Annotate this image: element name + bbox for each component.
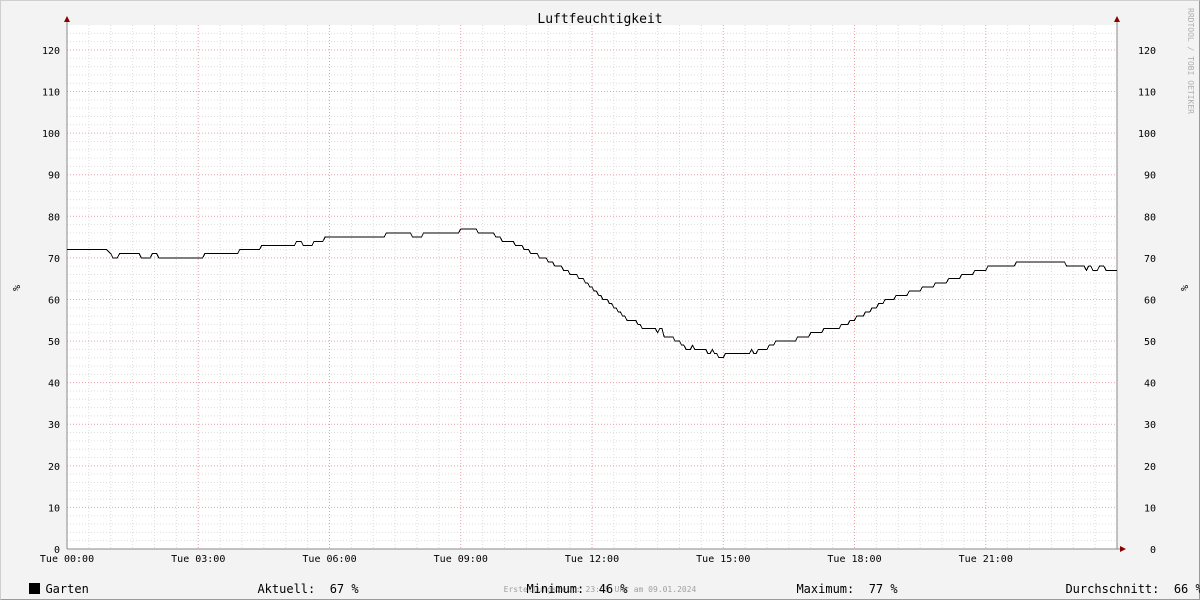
y-axis-label-right: % [1178, 285, 1189, 291]
y-tick-label-right: 0 [1150, 545, 1156, 556]
y-tick-label-left: 70 [48, 254, 60, 265]
y-tick-label-right: 110 [1138, 88, 1156, 99]
y-tick-label-right: 40 [1144, 379, 1156, 390]
y-tick-label-left: 80 [48, 212, 60, 223]
y-tick-label-right: 50 [1144, 337, 1156, 348]
legend-min-value: 46 % [598, 582, 628, 596]
y-tick-label-right: 10 [1144, 503, 1156, 514]
legend-current: Aktuell: 67 % [243, 568, 359, 596]
legend-max-label: Maximum: [796, 582, 855, 596]
y-tick-label-left: 20 [48, 462, 60, 473]
x-tick-label: Tue 03:00 [171, 554, 225, 565]
x-tick-label: Tue 15:00 [696, 554, 750, 565]
x-tick-label: Tue 00:00 [40, 554, 94, 565]
y-tick-label-right: 90 [1144, 171, 1156, 182]
legend-current-label: Aktuell: [257, 582, 316, 596]
chart-title: Luftfeuchtigkeit [537, 12, 662, 27]
legend-series-name: Garten [45, 582, 89, 596]
x-tick-label: Tue 09:00 [434, 554, 488, 565]
y-tick-label-right: 60 [1144, 295, 1156, 306]
x-tick-label: Tue 18:00 [827, 554, 881, 565]
legend-swatch [29, 583, 41, 594]
y-tick-label-right: 30 [1144, 420, 1156, 431]
y-tick-label-right: 100 [1138, 129, 1156, 140]
chart-svg: 0 010 1020 2030 3040 4050 5060 6070 7080 8090 9010… [10, 8, 1195, 594]
legend-average: Durchschnitt: 66 % [1051, 568, 1200, 596]
y-tick-label-left: 120 [42, 46, 60, 57]
legend-maximum: Maximum: 77 % [782, 568, 898, 596]
x-tick-label: Tue 06:00 [302, 554, 356, 565]
y-tick-label-right: 70 [1144, 254, 1156, 265]
y-tick-label-left: 10 [48, 503, 60, 514]
legend-current-value: 67 % [329, 582, 359, 596]
x-tick-label: Tue 21:00 [959, 554, 1013, 565]
y-axis-right-arrow [1114, 16, 1120, 22]
y-tick-label-left: 40 [48, 379, 60, 390]
y-axis-left-arrow [64, 16, 70, 22]
y-tick-label-left: 90 [48, 171, 60, 182]
legend-avg-label: Durchschnitt: [1065, 582, 1160, 596]
legend-series: Garten [15, 568, 89, 596]
y-tick-label-right: 20 [1144, 462, 1156, 473]
legend-min-label: Minimum: [526, 582, 585, 596]
y-tick-label-left: 50 [48, 337, 60, 348]
y-axis-label-left: % [10, 285, 21, 291]
watermark: RRDTOOL / TOBI OETIKER [1186, 8, 1195, 114]
y-tick-label-left: 30 [48, 420, 60, 431]
legend-minimum: Minimum: 46 % [512, 568, 628, 596]
y-tick-label-left: 60 [48, 295, 60, 306]
legend-avg-value: 66 % [1173, 582, 1200, 596]
y-tick-label-left: 110 [42, 88, 60, 99]
y-tick-label-left: 100 [42, 129, 60, 140]
y-tick-label-right: 120 [1138, 46, 1156, 57]
x-axis-arrow [1120, 546, 1126, 552]
x-tick-label: Tue 12:00 [565, 554, 619, 565]
y-tick-label-right: 80 [1144, 212, 1156, 223]
legend-max-value: 77 % [868, 582, 898, 596]
